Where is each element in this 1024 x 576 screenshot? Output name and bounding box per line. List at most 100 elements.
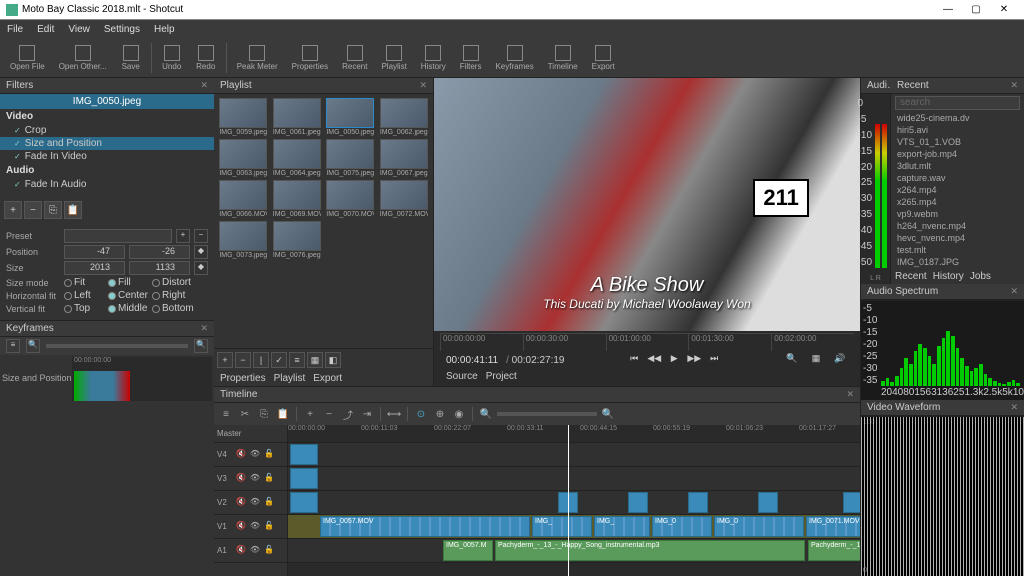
vfit-top[interactable]: Top [64, 303, 104, 314]
tl-append-button[interactable]: + [302, 406, 318, 422]
next-button[interactable]: ▶▶ [686, 353, 702, 367]
tl-cut-button[interactable]: ✂ [237, 406, 253, 422]
timeline-clip[interactable]: IMG_0057.MOV [320, 516, 530, 537]
recent-item[interactable]: wide25-cinema.dv [891, 112, 1024, 124]
recent-item[interactable]: 3dlut.mlt [891, 160, 1024, 172]
timeline-playhead[interactable] [568, 425, 569, 576]
tab-export[interactable]: Export [313, 373, 342, 384]
filters-button[interactable]: Filters [454, 43, 488, 73]
tl-snap-button[interactable]: ⊙ [413, 406, 429, 422]
tl-menu-button[interactable]: ≡ [218, 406, 234, 422]
lock-icon[interactable]: 🔓 [263, 449, 275, 461]
tl-paste-button[interactable]: 📋 [275, 406, 291, 422]
maximize-button[interactable]: ▢ [962, 1, 990, 19]
playlist-item[interactable]: IMG_0061.jpeg [272, 98, 323, 136]
tab-recent[interactable]: Recent [895, 271, 927, 282]
lock-icon[interactable]: 🔓 [263, 497, 275, 509]
lock-icon[interactable]: 🔓 [263, 521, 275, 533]
copy-filter-button[interactable]: ⎘ [44, 201, 62, 219]
timeline-clip[interactable]: IMG_0 [652, 516, 712, 537]
close-icon[interactable]: ✕ [1010, 286, 1018, 297]
position-x-input[interactable]: -47 [64, 245, 125, 259]
kf-zoom-slider[interactable] [46, 344, 188, 348]
timeline-button[interactable]: Timeline [542, 43, 584, 73]
playlist-item[interactable]: IMG_0059.jpeg [218, 98, 269, 136]
playlist-button[interactable]: Playlist [375, 43, 412, 73]
recent-item[interactable]: x264.mp4 [891, 184, 1024, 196]
peak-meter-button[interactable]: Peak Meter [231, 43, 284, 73]
preview-ruler[interactable]: 00:00:00:0000:00:30:0000:01:00:0000:01:3… [440, 333, 854, 351]
position-keyframe-button[interactable]: ◆ [194, 245, 208, 259]
eye-icon[interactable]: 👁 [249, 473, 261, 485]
recent-item[interactable]: export-job.mp4 [891, 148, 1024, 160]
tl-scrub-button[interactable]: ⊕ [432, 406, 448, 422]
playlist-item[interactable]: IMG_0050.jpeg [325, 98, 376, 136]
pl-list-button[interactable]: ≡ [289, 352, 305, 368]
recent-item[interactable]: x265.mp4 [891, 196, 1024, 208]
timeline-clip[interactable]: Pachyderm_-_13_-_Happy_Song_instrumental… [808, 540, 860, 561]
minimize-button[interactable]: — [934, 1, 962, 19]
menu-view[interactable]: View [65, 24, 93, 35]
prev-button[interactable]: ◀◀ [646, 353, 662, 367]
tl-ripple-button[interactable]: ◉ [451, 406, 467, 422]
tl-copy-button[interactable]: ⎘ [256, 406, 272, 422]
eye-icon[interactable]: 👁 [249, 497, 261, 509]
eye-icon[interactable]: 👁 [249, 449, 261, 461]
save-button[interactable]: Save [115, 43, 147, 73]
skip-start-button[interactable]: ⏮ [626, 353, 642, 367]
tl-zoomout-button[interactable]: 🔍 [478, 406, 494, 422]
recent-item[interactable]: VTS_01_1.VOB [891, 136, 1024, 148]
playlist-item[interactable]: IMG_0073.jpeg [218, 221, 269, 259]
recent-item[interactable]: vp9.webm [891, 208, 1024, 220]
playlist-item[interactable]: IMG_0072.MOV [379, 180, 430, 218]
sizemode-distort[interactable]: Distort [152, 277, 192, 288]
hfit-right[interactable]: Right [152, 290, 192, 301]
track-head[interactable]: A1🔇👁🔓 [214, 539, 287, 563]
mute-icon[interactable]: 🔇 [235, 473, 247, 485]
timeline-clip[interactable] [843, 492, 860, 513]
playlist-item[interactable]: IMG_0070.MOV [325, 180, 376, 218]
track-head[interactable]: V1🔇👁🔓 [214, 515, 287, 539]
zoom-button[interactable]: 🔍 [784, 353, 800, 367]
history-button[interactable]: History [415, 43, 452, 73]
tab-playlist[interactable]: Playlist [274, 373, 306, 384]
lock-icon[interactable]: 🔓 [263, 473, 275, 485]
filter-item[interactable]: ✓Size and Position [0, 137, 214, 150]
track-head[interactable]: V3🔇👁🔓 [214, 467, 287, 491]
track-head[interactable]: V2🔇👁🔓 [214, 491, 287, 515]
close-icon[interactable]: ✕ [846, 389, 854, 400]
open-other-button[interactable]: Open Other... [53, 43, 113, 73]
position-y-input[interactable]: -26 [129, 245, 190, 259]
timeline-clip[interactable]: IMG_0 [714, 516, 804, 537]
playlist-item[interactable]: IMG_0066.MOV [218, 180, 269, 218]
close-button[interactable]: ✕ [990, 1, 1018, 19]
size-h-input[interactable]: 1133 [129, 261, 190, 275]
timeline-clip[interactable]: IMG_0057.M [443, 540, 493, 561]
preset-save-button[interactable]: + [176, 229, 190, 243]
grid-button[interactable]: ▦ [808, 353, 824, 367]
pl-check-button[interactable]: ✓ [271, 352, 287, 368]
eye-icon[interactable]: 👁 [249, 545, 261, 557]
playlist-item[interactable]: IMG_0062.jpeg [379, 98, 430, 136]
timeline-clip[interactable] [688, 492, 708, 513]
track-v2[interactable] [288, 491, 860, 515]
kf-zoomin-button[interactable]: 🔍 [194, 339, 208, 353]
playlist-item[interactable]: IMG_0076.jpeg [272, 221, 323, 259]
preview-current-time[interactable]: 00:00:41:11 [446, 355, 498, 366]
mute-icon[interactable]: 🔇 [235, 497, 247, 509]
volume-button[interactable]: 🔊 [832, 353, 848, 367]
keyframes-button[interactable]: Keyframes [489, 43, 539, 73]
tl-lift-button[interactable]: ⤴ [340, 406, 356, 422]
kf-menu-button[interactable]: ≡ [6, 339, 20, 353]
playlist-item[interactable]: IMG_0067.jpeg [379, 139, 430, 177]
menu-file[interactable]: File [4, 24, 26, 35]
recent-item[interactable]: hevc_nvenc.mp4 [891, 232, 1024, 244]
tl-remove-button[interactable]: − [321, 406, 337, 422]
playlist-item[interactable]: IMG_0075.jpeg [325, 139, 376, 177]
size-w-input[interactable]: 2013 [64, 261, 125, 275]
remove-filter-button[interactable]: − [24, 201, 42, 219]
keyframes-track[interactable]: 00:00:00:00 [72, 357, 212, 401]
filter-item[interactable]: ✓Fade In Video [0, 150, 214, 163]
timeline-clip[interactable] [290, 468, 318, 489]
preset-delete-button[interactable]: − [194, 229, 208, 243]
